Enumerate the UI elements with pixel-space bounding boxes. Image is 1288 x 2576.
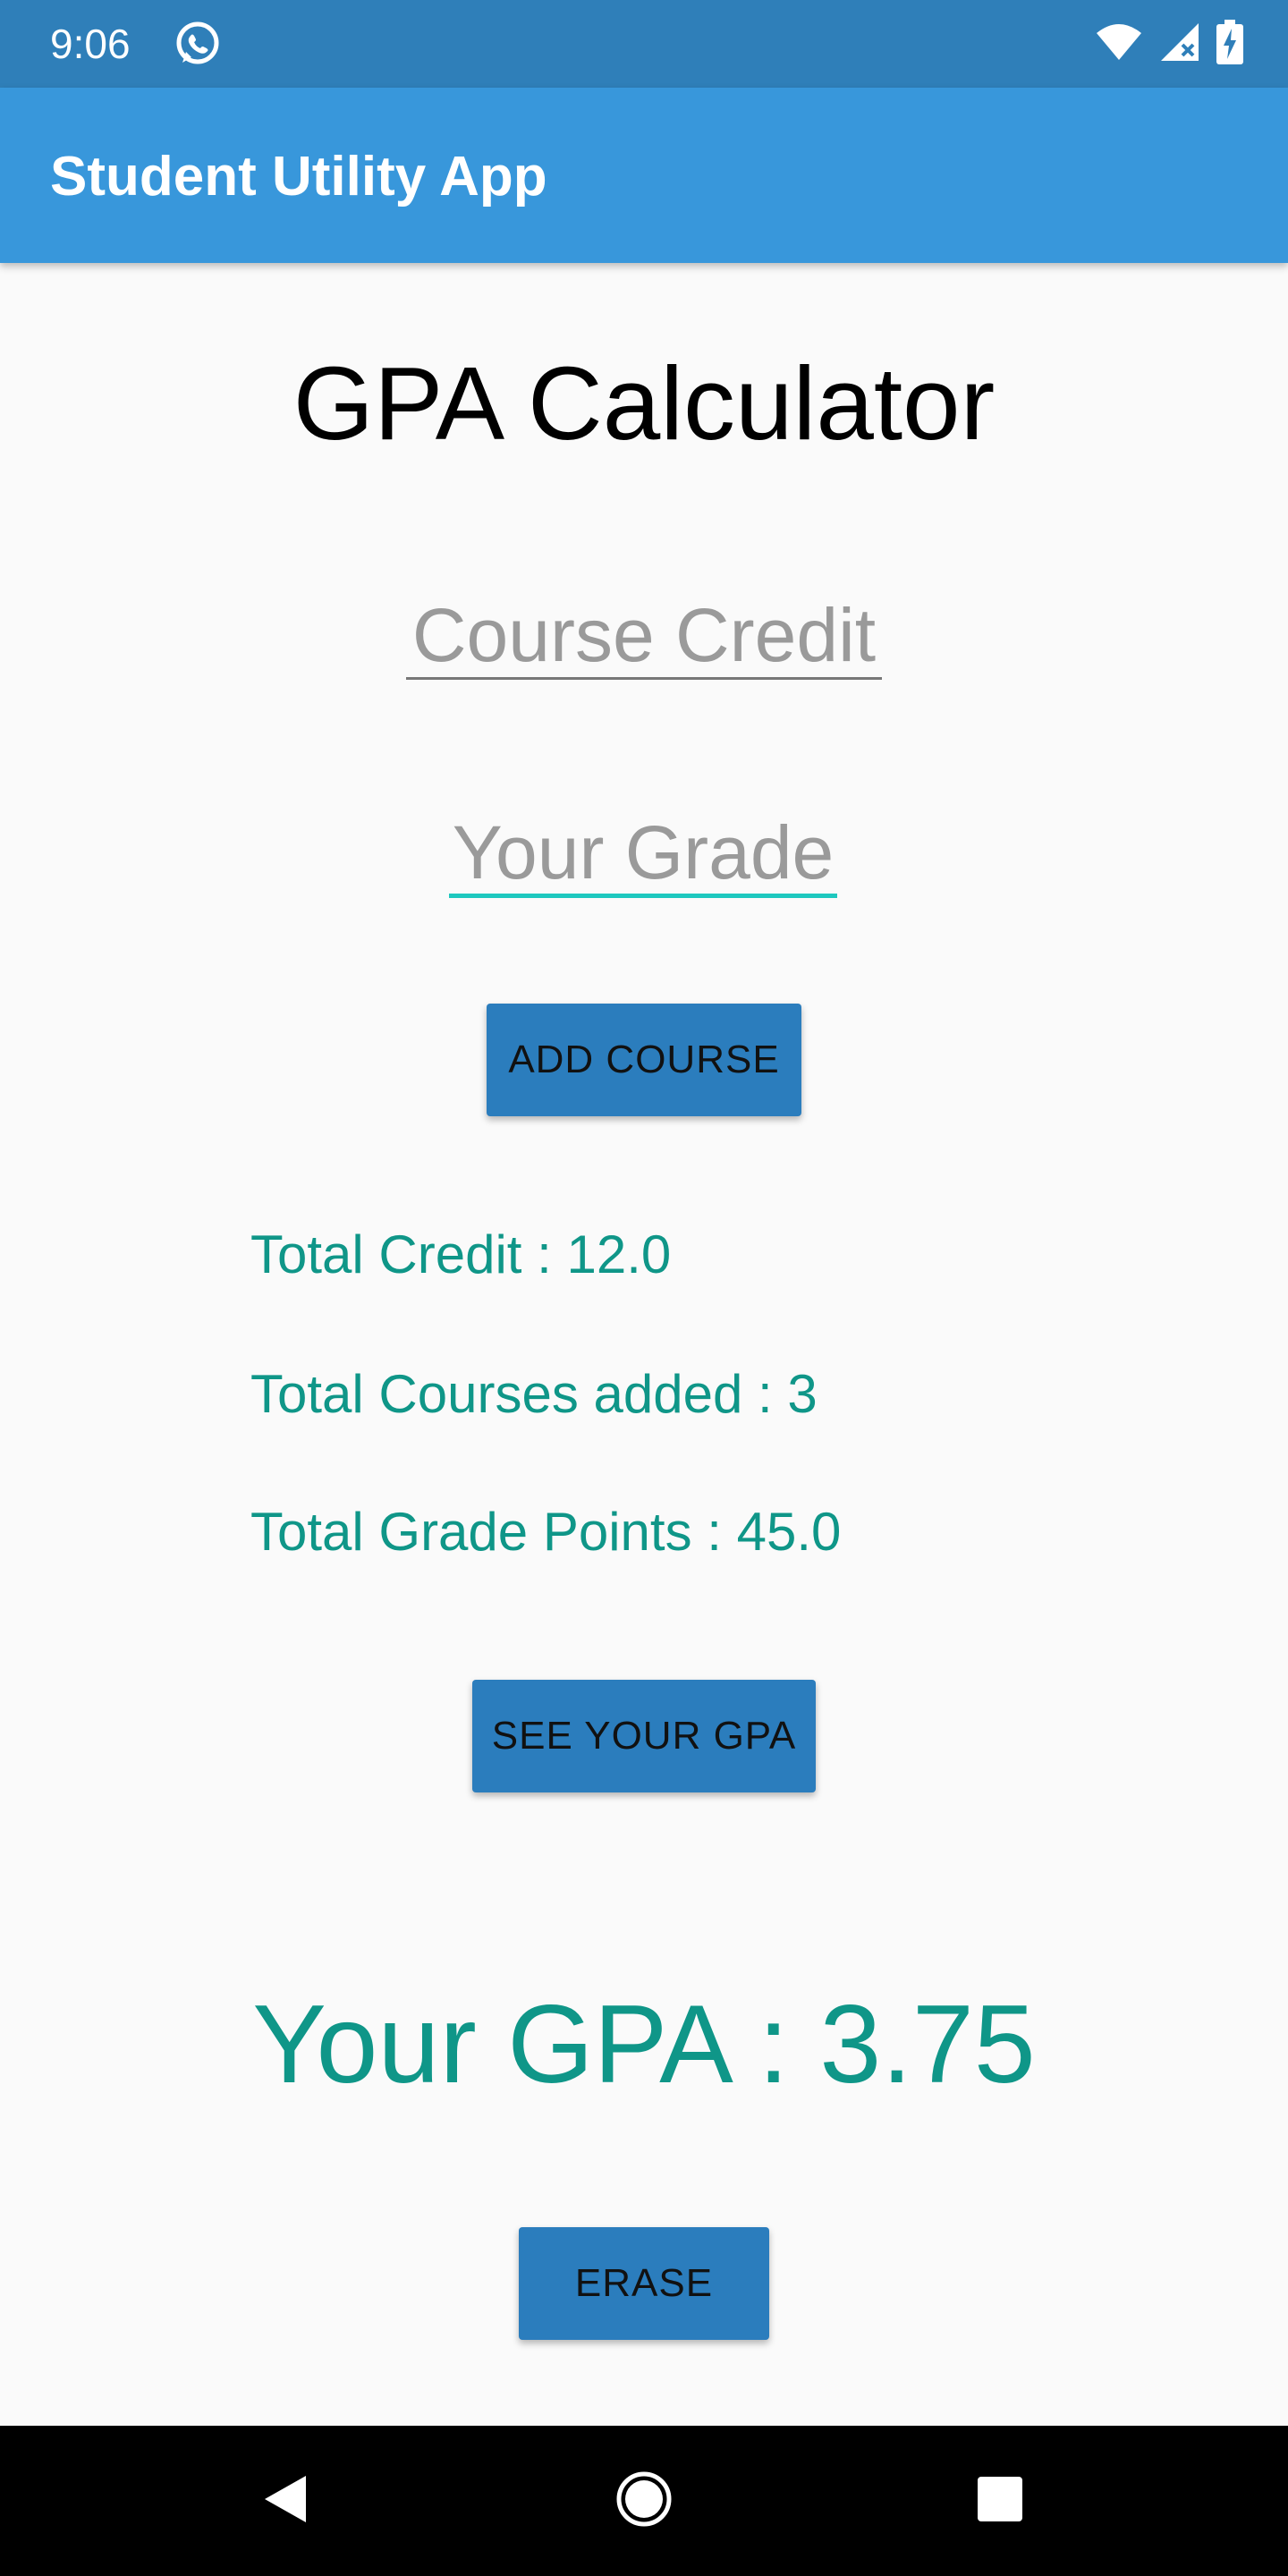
gpa-result: Your GPA : 3.75 — [252, 1983, 1036, 2106]
whatsapp-icon — [174, 20, 222, 68]
app-bar: Student Utility App — [0, 88, 1288, 263]
total-grade-points-text: Total Grade Points : 45.0 — [250, 1502, 842, 1562]
page-title: GPA Calculator — [292, 345, 996, 462]
back-button[interactable] — [240, 2456, 329, 2546]
back-icon — [259, 2472, 309, 2530]
status-time: 9:06 — [50, 21, 131, 67]
status-icons — [1095, 19, 1243, 69]
add-course-button[interactable]: ADD COURSE — [487, 1004, 801, 1116]
home-button[interactable] — [599, 2456, 689, 2546]
your-grade-input[interactable] — [449, 812, 837, 894]
app-title: Student Utility App — [50, 146, 547, 208]
recents-button[interactable] — [955, 2456, 1045, 2546]
battery-charging-icon — [1216, 19, 1243, 69]
course-credit-field[interactable] — [406, 594, 882, 680]
cellular-no-signal-icon — [1159, 21, 1200, 67]
home-icon — [615, 2470, 673, 2532]
erase-button[interactable]: ERASE — [519, 2227, 769, 2340]
navigation-bar — [0, 2426, 1288, 2576]
status-bar: 9:06 — [0, 0, 1288, 88]
wifi-icon — [1095, 22, 1143, 66]
course-credit-input[interactable] — [406, 594, 882, 677]
see-your-gpa-button[interactable]: SEE YOUR GPA — [472, 1680, 816, 1792]
recents-icon — [976, 2475, 1024, 2528]
your-grade-field[interactable] — [449, 812, 837, 898]
total-courses-text: Total Courses added : 3 — [250, 1364, 818, 1424]
total-credit-text: Total Credit : 12.0 — [250, 1224, 672, 1284]
